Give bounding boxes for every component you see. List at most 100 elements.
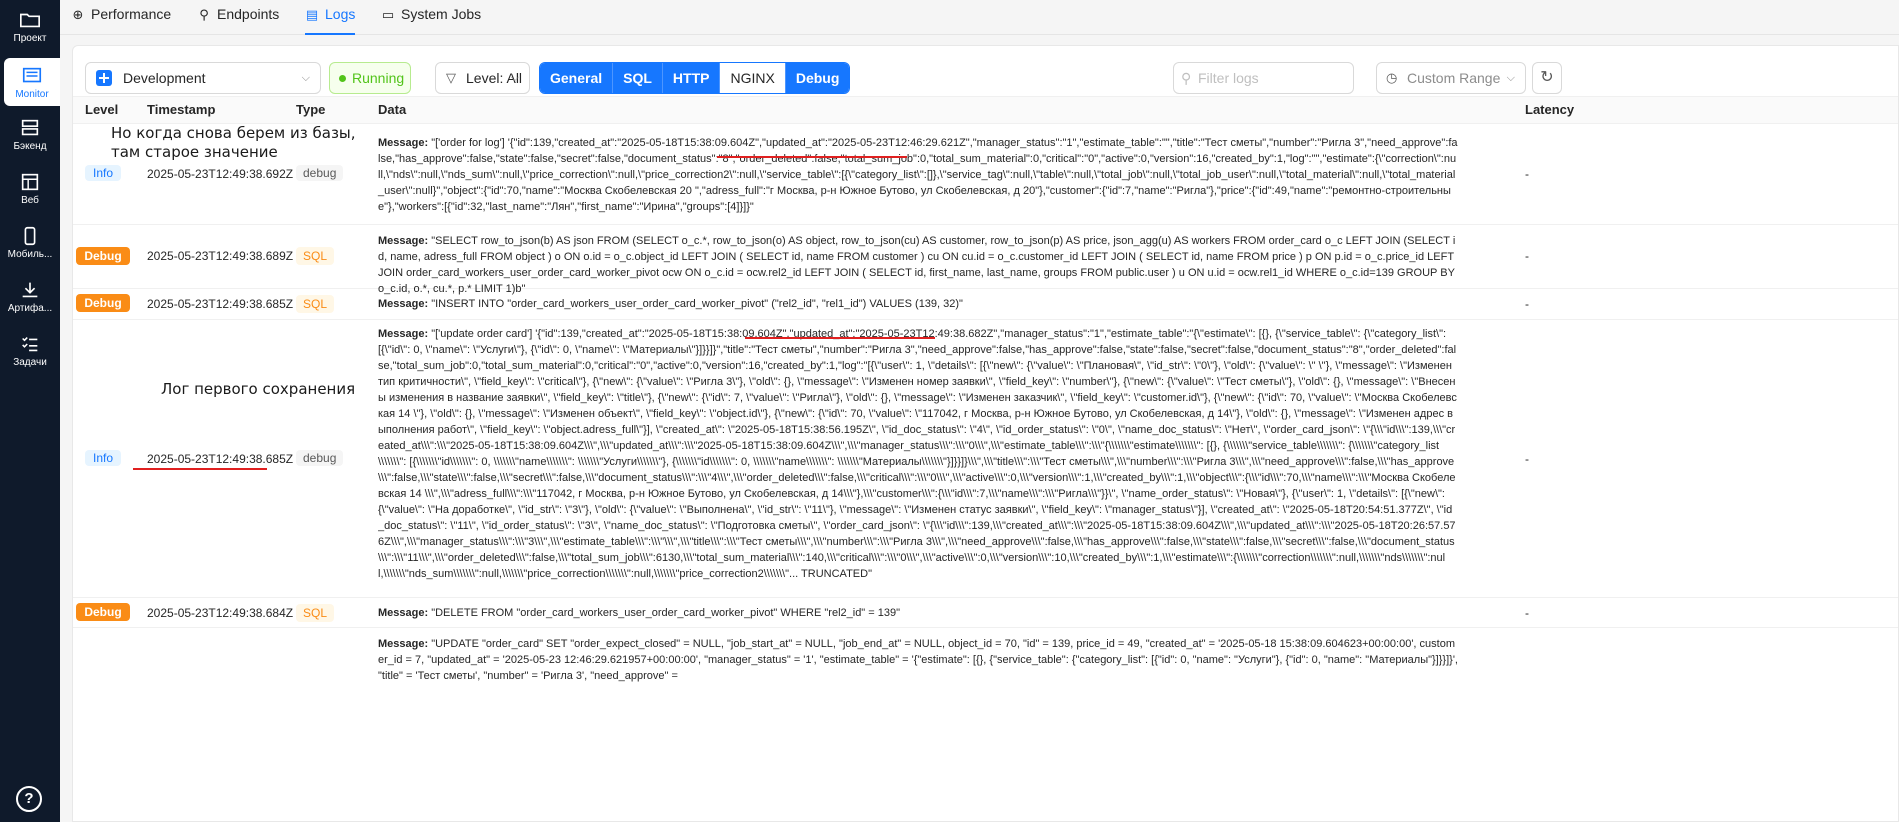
tab-system-jobs[interactable]: ▭ System Jobs [381,0,481,35]
type-badge: SQL [296,604,335,622]
download-icon [22,282,38,298]
table-row[interactable]: Debug 2025-05-23T12:49:38.685Z SQL Messa… [73,289,1898,320]
web-icon [21,173,39,191]
table-row[interactable]: Debug 2025-05-23T12:49:38.689Z SQL Messa… [73,225,1898,295]
timestamp: 2025-05-23T12:49:38.692Z [147,167,294,181]
type-badge: SQL [296,295,335,313]
table-row[interactable]: Info 2025-05-23T12:49:38.685Z debug Mess… [73,320,1898,598]
sidebar-item-tasks[interactable]: Задачи [0,334,60,374]
annotation-line: там старое значение [111,143,278,161]
logs-panel: Development ⌵ Running ▽ Level: All ⌵ Gen… [72,45,1899,822]
mobile-icon [24,226,36,246]
sidebar-item-web[interactable]: Веб [0,172,60,212]
filter-placeholder: Filter logs [1198,70,1259,86]
column-timestamp[interactable]: Timestamp [147,97,215,123]
sidebar-item-label: Артифа... [7,303,53,314]
sidebar-item-label: Проект [13,33,47,44]
filter-logs-input[interactable]: ⚲ Filter logs [1173,62,1354,94]
annotation-underline [745,337,935,339]
log-data: Message: "['update order card'] '{"id":1… [378,326,1458,594]
tab-performance[interactable]: ⊕ Performance [71,0,172,35]
timestamp: 2025-05-23T12:49:38.685Z [147,452,294,466]
sidebar-item-label: Веб [21,195,39,206]
timestamp: 2025-05-23T12:49:38.685Z [147,297,294,311]
toggle-sql[interactable]: SQL [613,63,663,93]
annotation-underline [133,468,267,470]
log-data: Message: "DELETE FROM "order_card_worker… [378,605,1458,621]
chevron-down-icon: ⌵ [1506,72,1515,84]
tab-logs[interactable]: ▤ Logs [305,0,356,35]
environment-icon [96,70,112,86]
toggle-debug[interactable]: Debug [785,63,850,93]
toggle-general[interactable]: General [540,63,614,93]
log-message: "['order for log'] '{"id":139,"created_a… [378,137,1458,213]
top-tabs: ⊕ Performance ⚲ Endpoints ▤ Logs ▭ System Jo… [60,0,1899,35]
latency: - [1525,249,1529,263]
performance-icon: ⊕ [72,7,84,22]
sidebar-item-project[interactable]: Проект [0,10,60,50]
log-data: Message: "UPDATE "order_card" SET "order… [378,636,1458,684]
environment-select[interactable]: Development ⌵ [85,62,321,94]
log-data: Message: "['order for log'] '{"id":139,"… [378,135,1458,215]
message-label: Message: [378,137,429,149]
table-row[interactable]: Debug 2025-05-23T12:49:38.684Z SQL Messa… [73,598,1898,628]
endpoints-icon: ⚲ [199,7,209,22]
toggle-http[interactable]: HTTP [662,63,721,93]
timestamp: 2025-05-23T12:49:38.689Z [147,249,294,263]
environment-value: Development [123,70,206,86]
log-message: "UPDATE "order_card" SET "order_expect_c… [378,638,1458,682]
latency: - [1525,452,1529,466]
log-message: "DELETE FROM "order_card_workers_user_or… [431,607,901,619]
column-latency[interactable]: Latency [1525,97,1574,123]
level-select[interactable]: ▽ Level: All ⌵ [435,62,530,94]
status-badge: Running [329,62,411,94]
annotation-line: Но когда снова берем из базы, [111,124,356,142]
tasks-icon [22,337,38,352]
sidebar-item-backend[interactable]: Бэкенд [0,118,60,158]
sidebar-item-mobile[interactable]: Мобиль... [0,226,60,266]
log-data: Message: "INSERT INTO "order_card_worker… [378,296,1458,312]
logs-icon: ▤ [305,7,319,22]
message-label: Message: [378,638,429,650]
level-badge: Debug [76,294,130,312]
column-data[interactable]: Data [378,97,406,123]
log-message: "SELECT row_to_json(b) AS json FROM (SEL… [378,235,1456,295]
sidebar-item-artifacts[interactable]: Артифа... [0,280,60,320]
tab-endpoints[interactable]: ⚲ Endpoints [197,0,279,35]
tab-label: Endpoints [217,6,280,22]
monitor-icon [22,67,42,83]
message-label: Message: [378,328,429,340]
type-badge: debug [296,450,344,466]
annotation-note-first-save: Лог первого сохранения [161,380,356,398]
message-label: Message: [378,298,429,310]
sidebar-item-label: Мобиль... [7,249,53,260]
annotation-underline [717,156,907,158]
tab-label: System Jobs [401,6,482,22]
level-badge: Debug [76,603,130,621]
column-level[interactable]: Level [85,97,118,123]
type-badge: SQL [296,247,335,265]
level-badge: Debug [76,247,130,265]
latency: - [1525,297,1529,311]
latency: - [1525,167,1529,181]
sidebar-item-monitor[interactable]: Monitor [4,58,60,106]
message-label: Message: [378,607,429,619]
column-type[interactable]: Type [296,97,325,123]
type-badge: debug [296,165,344,181]
help-icon[interactable]: ? [16,786,42,812]
level-badge: Info [84,450,121,466]
sidebar-item-label: Задачи [13,357,47,368]
folder-icon [20,13,40,28]
table-row[interactable]: Message: "UPDATE "order_card" SET "order… [73,628,1898,688]
table-header: Level Timestamp Type Data Latency [73,96,1898,124]
filter-funnel-icon: ▽ [446,70,456,85]
chevron-down-icon: ⌵ [301,72,310,84]
log-message: "INSERT INTO "order_card_workers_user_or… [431,298,963,310]
log-type-toggle-group: General SQL HTTP NGINX Debug [539,62,851,94]
tab-label: Performance [91,6,172,22]
log-data: Message: "SELECT row_to_json(b) AS json … [378,233,1458,297]
sidebar: Проект Monitor Бэкенд Веб Мобиль... Арти… [0,0,60,822]
toggle-nginx[interactable]: NGINX [720,63,786,93]
refresh-icon[interactable]: ↻ [1532,62,1562,94]
time-range-select[interactable]: ◷ Custom Range ⌵ [1376,62,1526,94]
